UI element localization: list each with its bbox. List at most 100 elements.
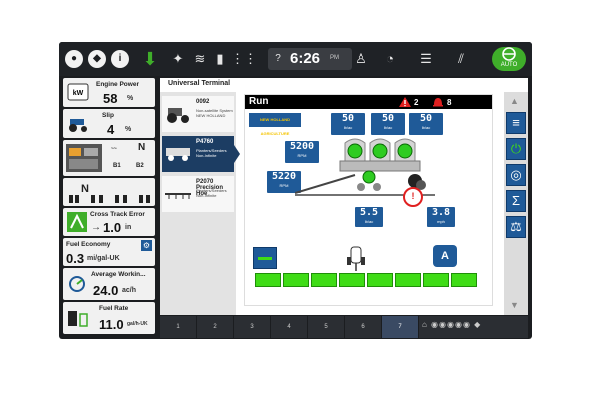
section-7[interactable] xyxy=(423,273,449,287)
fan-softkey[interactable]: ◎ xyxy=(506,164,526,186)
signal-bars-icon[interactable]: ▮ xyxy=(211,50,229,68)
hitch-rear-label: N xyxy=(138,142,146,153)
download-arrow-icon[interactable]: ⬇ xyxy=(141,50,159,68)
run-status-bar: Run 2 8 xyxy=(245,95,492,109)
cross-track-tile[interactable]: Cross Track Error → 1.0 in xyxy=(63,208,155,236)
calibration-scale-softkey[interactable]: ⚖ xyxy=(506,216,526,238)
warning-triangle-icon[interactable] xyxy=(398,96,412,108)
clock-widget[interactable]: ? 6:26 PM xyxy=(268,48,352,70)
speedometer-icon[interactable]: ◔ xyxy=(381,50,399,68)
air-cart-icon xyxy=(166,148,190,161)
steering-wheel-icon xyxy=(502,47,516,61)
section-8[interactable] xyxy=(451,273,477,287)
fuel-economy-value: 0.3 xyxy=(66,251,85,266)
cnh-logo-icon[interactable]: ● xyxy=(65,50,83,68)
scroll-up-icon[interactable]: ▲ xyxy=(510,96,519,106)
help-icon[interactable]: ? xyxy=(270,50,286,66)
settings-gear-icon[interactable]: ⚙ xyxy=(141,240,152,251)
air-cart-graphic xyxy=(295,138,435,196)
run-screen-tiles: kW Engine Power 58 % Slip 4 % ~~ N B1 B2… xyxy=(63,78,155,336)
hitch-tile[interactable]: ~~ N B1 B2 xyxy=(63,140,155,176)
clock-time: 6:26 xyxy=(290,50,321,67)
section-2[interactable] xyxy=(283,273,309,287)
slip-label: Slip xyxy=(102,112,114,119)
tab-1[interactable]: 1 xyxy=(160,316,197,338)
section-3[interactable] xyxy=(311,273,337,287)
totals-sigma-softkey[interactable]: Σ xyxy=(506,190,526,212)
tab-3[interactable]: 3 xyxy=(234,316,271,338)
scroll-down-icon[interactable]: ▼ xyxy=(510,300,519,310)
rate-unit: lb/ac xyxy=(383,125,393,130)
rate-unit: lb/ac xyxy=(343,125,353,130)
fuel-pump-icon xyxy=(68,311,88,327)
engine-kw-icon: kW xyxy=(67,83,89,101)
stop-warning-icon[interactable]: ! xyxy=(403,187,423,207)
section-5[interactable] xyxy=(367,273,393,287)
cross-track-label: Cross Track Error xyxy=(90,211,145,218)
engine-power-tile[interactable]: kW Engine Power 58 % xyxy=(63,78,155,107)
section-4[interactable] xyxy=(339,273,365,287)
implement-item-0092[interactable]: 0092 Non-satellite System NEW HOLLAND xyxy=(162,96,234,132)
rate-unit: lb/ac xyxy=(421,125,431,130)
top-status-bar: ● ◆ i ⬇ ✦ ≋ ▮ ⋮⋮ ? 6:26 PM ♙ ◔ ☰ ⫽ AUTO xyxy=(59,42,532,76)
warning-count: 2 xyxy=(414,98,419,107)
engine-power-value: 58 xyxy=(103,91,118,106)
tab-5[interactable]: 5 xyxy=(308,316,345,338)
device-status-icons[interactable]: ⌂ ◉◉◉◉◉ ◆ xyxy=(422,320,526,334)
grid-menu-icon[interactable]: ⋮⋮ xyxy=(231,50,257,68)
auto-guidance-button[interactable]: AUTO xyxy=(492,47,526,71)
universal-terminal-title: Universal Terminal xyxy=(168,80,231,87)
section-1[interactable] xyxy=(255,273,281,287)
average-work-rate-tile[interactable]: Average Workin... 24.0 ac/h xyxy=(63,268,155,300)
rate-value: 50 xyxy=(419,113,433,124)
tractor-slip-icon xyxy=(69,119,87,132)
fuel-economy-unit: mi/gal-UK xyxy=(87,255,120,262)
power-softkey[interactable]: ⏻ xyxy=(506,138,526,160)
tab-2[interactable]: 2 xyxy=(197,316,234,338)
section-6[interactable] xyxy=(395,273,421,287)
menu-softkey[interactable]: ≡ xyxy=(506,112,526,134)
implement-bar-icon xyxy=(258,257,272,260)
auto-label: AUTO xyxy=(500,62,518,68)
diamond-alert-icon[interactable]: ◆ xyxy=(88,50,106,68)
tractor-display: ● ◆ i ⬇ ✦ ≋ ▮ ⋮⋮ ? 6:26 PM ♙ ◔ ☰ ⫽ AUTO … xyxy=(59,42,532,339)
rate-value: 50 xyxy=(381,113,395,124)
tab-6[interactable]: 6 xyxy=(345,316,382,338)
hydraulics-icon[interactable]: ☰ xyxy=(417,50,435,68)
slip-value: 4 xyxy=(107,122,115,137)
rate-box-section[interactable]: 5.5 lb/ac xyxy=(355,207,383,227)
hitch-marker: ~~ xyxy=(111,146,117,152)
fuel-rate-label: Fuel Rate xyxy=(99,305,129,312)
fuel-economy-tile[interactable]: Fuel Economy ⚙ 0.3 mi/gal-UK xyxy=(63,238,155,266)
rate-box-tank-2[interactable]: 50 lb/ac xyxy=(371,113,405,135)
implement-code: 0092 xyxy=(196,99,210,105)
rate-unit: lb/ac xyxy=(364,219,374,224)
operator-icon[interactable]: ♙ xyxy=(352,50,370,68)
implement-item-p2070[interactable]: P2070 Precision Hoe Planters/Seeders Non… xyxy=(162,176,234,212)
tab-4[interactable]: 4 xyxy=(271,316,308,338)
info-icon[interactable]: i xyxy=(111,50,129,68)
alarm-bell-icon[interactable] xyxy=(431,96,445,108)
fuel-rate-unit: gal/h-UK xyxy=(127,321,148,327)
fuel-rate-tile[interactable]: Fuel Rate 11.0 gal/h-UK xyxy=(63,302,155,334)
implement-toggle-button[interactable] xyxy=(253,247,277,269)
ground-speed-box[interactable]: 3.8 mph xyxy=(427,207,455,227)
cross-track-arrow-icon: → xyxy=(91,222,101,233)
hitch-b1-label: B1 xyxy=(113,163,121,169)
selected-pointer xyxy=(232,142,240,166)
guidance-icon[interactable]: ⫽ xyxy=(452,50,470,68)
average-work-value: 24.0 xyxy=(93,283,119,298)
slip-tile[interactable]: Slip 4 % xyxy=(63,109,155,138)
fuel-economy-label: Fuel Economy xyxy=(66,241,111,248)
run-label: Run xyxy=(249,96,269,107)
tab-7[interactable]: 7 xyxy=(382,316,419,338)
rate-box-tank-1[interactable]: 50 lb/ac xyxy=(331,113,365,135)
implement-item-p4760[interactable]: P4760 Planters/Seeders Non-Infinite xyxy=(162,136,240,172)
rate-box-tank-3[interactable]: 50 lb/ac xyxy=(409,113,443,135)
wifi-icon[interactable]: ≋ xyxy=(191,50,209,68)
satellite-icon[interactable]: ✦ xyxy=(169,50,187,68)
rate-value: 5.5 xyxy=(359,207,379,218)
front-hitch-tile[interactable]: N xyxy=(63,178,155,206)
implement-list: 0092 Non-satellite System NEW HOLLAND P4… xyxy=(160,92,240,315)
auto-section-control-button[interactable]: A xyxy=(433,245,457,267)
